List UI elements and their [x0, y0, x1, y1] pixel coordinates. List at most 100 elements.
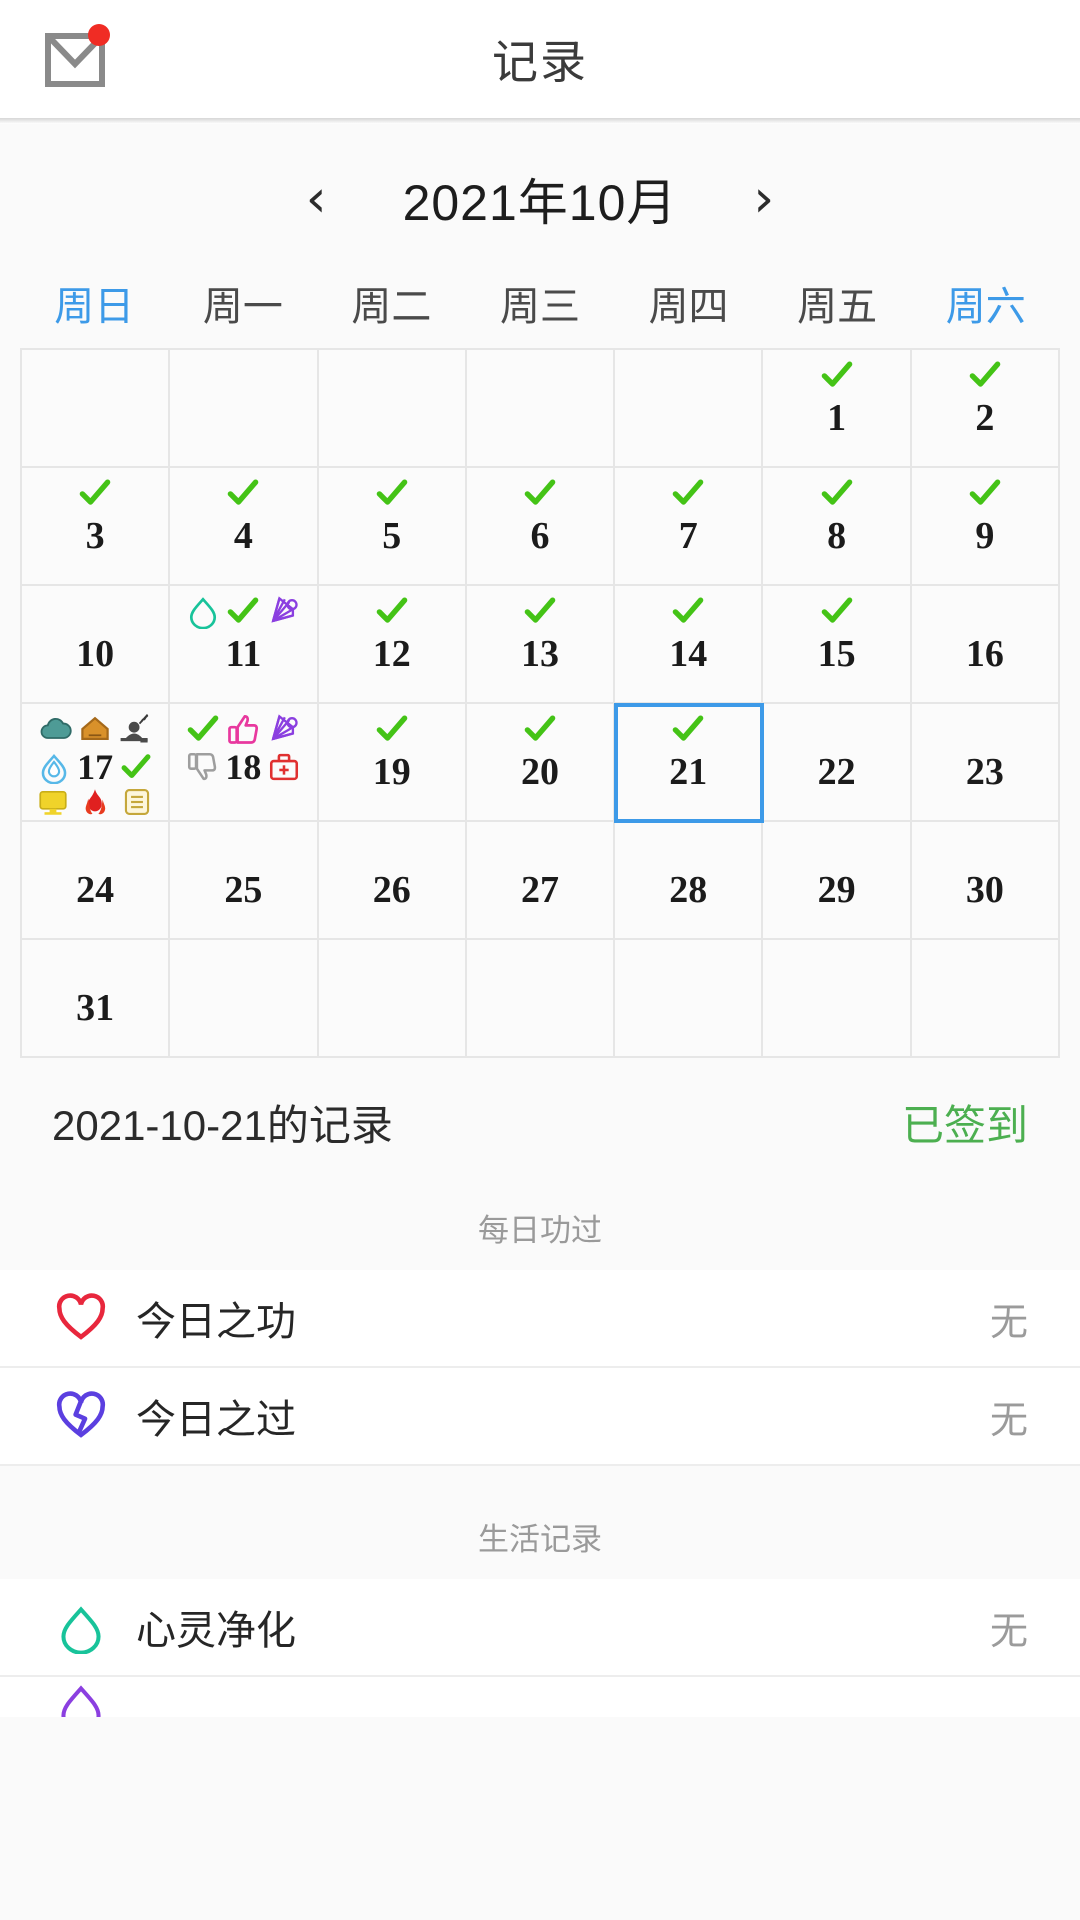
- calendar-cell-empty: [466, 350, 616, 468]
- record-row-partial[interactable]: [0, 1677, 1080, 1717]
- check-icon: [376, 715, 408, 741]
- day-icons-top: [615, 708, 761, 750]
- check-icon: [524, 597, 556, 623]
- calendar-day-26[interactable]: 26: [318, 822, 467, 940]
- calendar-cell-empty: [466, 940, 616, 1058]
- day-icons-middle: 18: [170, 746, 316, 788]
- calendar-day-27[interactable]: 27: [466, 822, 616, 940]
- day-icons-top: [319, 590, 465, 632]
- day-number: 18: [225, 747, 262, 787]
- day-number: 5: [382, 515, 402, 557]
- calendar-day-25[interactable]: 25: [170, 822, 319, 940]
- calendar-cell-empty: [911, 940, 1060, 1058]
- check-icon: [228, 479, 259, 505]
- calendar-day-7[interactable]: 7: [615, 468, 764, 586]
- check-icon: [121, 754, 151, 779]
- check-icon: [672, 597, 704, 623]
- calendar-day-8[interactable]: 8: [763, 468, 912, 586]
- record-row-value: 无: [989, 1301, 1028, 1344]
- calendar-day-22[interactable]: 22: [763, 704, 912, 822]
- record-row[interactable]: 心灵净化 无: [0, 1579, 1080, 1677]
- check-icon: [821, 479, 852, 505]
- day-icons-top: [467, 472, 613, 514]
- next-month-button[interactable]: ›: [739, 169, 788, 229]
- day-number: 6: [530, 515, 550, 557]
- record-header: 2021-10-21的记录 已签到: [0, 1058, 1080, 1179]
- day-icons-top: [763, 472, 909, 514]
- day-number: 24: [76, 869, 115, 911]
- check-icon: [79, 479, 111, 505]
- calendar-day-1[interactable]: 1: [763, 350, 912, 468]
- calendar-day-29[interactable]: 29: [763, 822, 912, 940]
- day-icons-top: [319, 472, 465, 514]
- heart-outline-icon: [52, 1289, 110, 1347]
- day-number: 22: [817, 751, 856, 793]
- calendar-day-24[interactable]: 24: [22, 822, 171, 940]
- broken-heart-icon: [52, 1387, 110, 1445]
- calendar-day-20[interactable]: 20: [466, 704, 616, 822]
- calendar-day-3[interactable]: 3: [22, 468, 171, 586]
- thumbs-down-icon: [188, 752, 217, 781]
- day-number: 19: [372, 751, 411, 793]
- calendar-grid[interactable]: 1 2 3 4 5 6 7 8 9 10 11 12 13 14 15 16 17 18 19 20 21 22 23 24 2…: [20, 348, 1060, 1058]
- weekday-header-3: 周三: [499, 285, 580, 329]
- calendar-day-23[interactable]: 23: [911, 704, 1060, 822]
- day-icons-top: [170, 708, 316, 750]
- weekday-header-5: 周五: [797, 285, 878, 329]
- month-selector: ‹ 2021年10月 ›: [0, 124, 1080, 274]
- check-icon: [969, 479, 1001, 505]
- check-icon: [672, 715, 704, 741]
- calendar-day-4[interactable]: 4: [170, 468, 319, 586]
- checkin-status-badge[interactable]: 已签到: [902, 1092, 1028, 1153]
- day-number: 17: [77, 747, 114, 787]
- calendar-day-11[interactable]: 11: [170, 586, 319, 704]
- calendar-day-28[interactable]: 28: [615, 822, 764, 940]
- calendar-day-17[interactable]: 17: [22, 704, 171, 822]
- day-icons-top: [319, 708, 465, 750]
- check-icon: [672, 479, 704, 505]
- day-number: 25: [224, 869, 263, 911]
- record-row[interactable]: 今日之过 无: [0, 1368, 1080, 1466]
- calendar-day-9[interactable]: 9: [911, 468, 1060, 586]
- calendar-day-16[interactable]: 16: [911, 586, 1060, 704]
- cloud-icon: [40, 717, 72, 739]
- desk-study-icon: [120, 713, 149, 743]
- calendar-day-14[interactable]: 14: [615, 586, 764, 704]
- calendar-day-31[interactable]: 31: [22, 940, 171, 1058]
- day-number: 13: [520, 633, 559, 675]
- calendar-day-13[interactable]: 13: [466, 586, 616, 704]
- weekday-header: 周日 周一 周二 周三 周四 周五 周六: [20, 274, 1060, 348]
- section-label: 每日功过: [478, 1213, 602, 1248]
- day-icons-top: [615, 590, 761, 632]
- day-number: 16: [965, 633, 1004, 675]
- day-icons-middle: 17: [22, 746, 168, 788]
- day-icons-top: [170, 590, 316, 632]
- calendar-day-19[interactable]: 19: [318, 704, 467, 822]
- calendar-cell-empty: [615, 350, 764, 468]
- shuttlecock-icon: [271, 596, 299, 623]
- record-row-value: 无: [989, 1399, 1028, 1442]
- calendar-day-5[interactable]: 5: [318, 468, 467, 586]
- day-icons-top: [170, 472, 316, 514]
- calendar-day-15[interactable]: 15: [763, 586, 912, 704]
- record-row[interactable]: 今日之功 无: [0, 1270, 1080, 1368]
- calendar-day-2[interactable]: 2: [911, 350, 1060, 468]
- day-number: 7: [678, 515, 698, 557]
- calendar-day-30[interactable]: 30: [911, 822, 1060, 940]
- weekday-header-4: 周四: [648, 285, 729, 329]
- check-icon: [188, 715, 219, 741]
- calendar-day-10[interactable]: 10: [22, 586, 171, 704]
- check-icon: [524, 479, 556, 505]
- calendar-day-6[interactable]: 6: [466, 468, 616, 586]
- calendar-cell-empty: [318, 350, 467, 468]
- record-title: 2021-10-21的记录: [52, 1102, 393, 1149]
- prev-month-button[interactable]: ‹: [292, 169, 341, 229]
- check-icon: [228, 597, 259, 623]
- day-icons-top: [763, 354, 909, 396]
- calendar-day-12[interactable]: 12: [318, 586, 467, 704]
- day-number: 10: [76, 633, 115, 675]
- calendar-day-21[interactable]: 21: [614, 703, 765, 823]
- calendar-day-18[interactable]: 18: [170, 704, 319, 822]
- drop-outline-icon: [52, 1677, 110, 1717]
- day-icons-top: [22, 472, 168, 514]
